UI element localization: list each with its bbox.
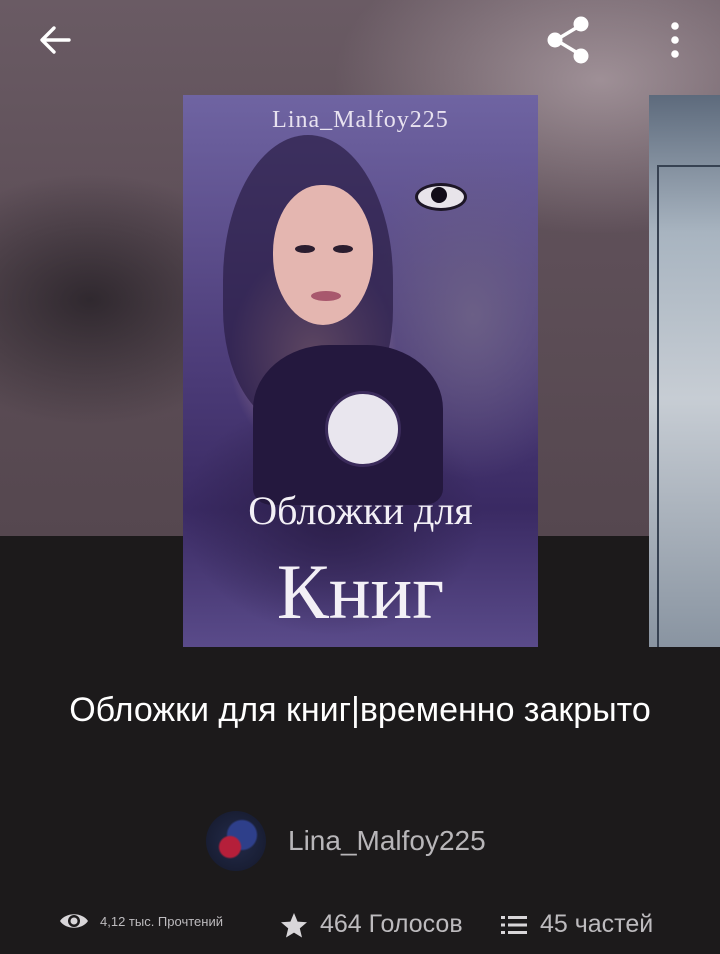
cover-art-lips — [311, 291, 341, 301]
cover-author-text: Lina_Malfoy225 — [272, 107, 449, 133]
reads-stat: 4,12 тыс. Прочтений — [58, 910, 223, 932]
share-button[interactable] — [536, 10, 602, 70]
cover-title-line1: Обложки для — [248, 488, 473, 533]
list-icon — [501, 915, 527, 934]
story-stats: 4,12 тыс. Прочтений 464 Голосов 45 часте… — [0, 910, 720, 950]
star-icon — [281, 912, 307, 937]
parts-count: 45 частей — [540, 910, 654, 938]
more-vertical-icon — [671, 22, 679, 58]
cover-title-line2: Книг — [276, 548, 445, 635]
votes-count: 464 Голосов — [320, 910, 463, 938]
cover-art-wolf-pupil — [431, 187, 447, 203]
parts-stat: 45 частей — [500, 910, 653, 939]
book-cover[interactable]: Lina_Malfoy225 Обложки для Книг — [183, 95, 538, 647]
arrow-left-icon — [40, 26, 71, 54]
back-button[interactable] — [20, 12, 90, 68]
cover-art-eye — [295, 245, 315, 253]
more-options-button[interactable] — [650, 12, 700, 68]
author-name[interactable]: Lina_Malfoy225 — [288, 825, 486, 857]
reads-count: 4,12 тыс. Прочтений — [100, 913, 223, 929]
cover-association-badge — [325, 391, 401, 467]
cover-art-face — [273, 185, 373, 325]
votes-stat: 464 Голосов — [280, 910, 463, 939]
author-avatar[interactable] — [206, 811, 266, 871]
next-cover-art — [657, 165, 720, 647]
author-link[interactable]: Lina_Malfoy225 — [206, 810, 486, 872]
cover-art-eye — [333, 245, 353, 253]
next-book-cover[interactable] — [649, 95, 720, 647]
eye-icon — [60, 914, 88, 928]
share-icon — [547, 16, 589, 64]
story-title: Обложки для книг|временно закрыто — [69, 691, 651, 729]
